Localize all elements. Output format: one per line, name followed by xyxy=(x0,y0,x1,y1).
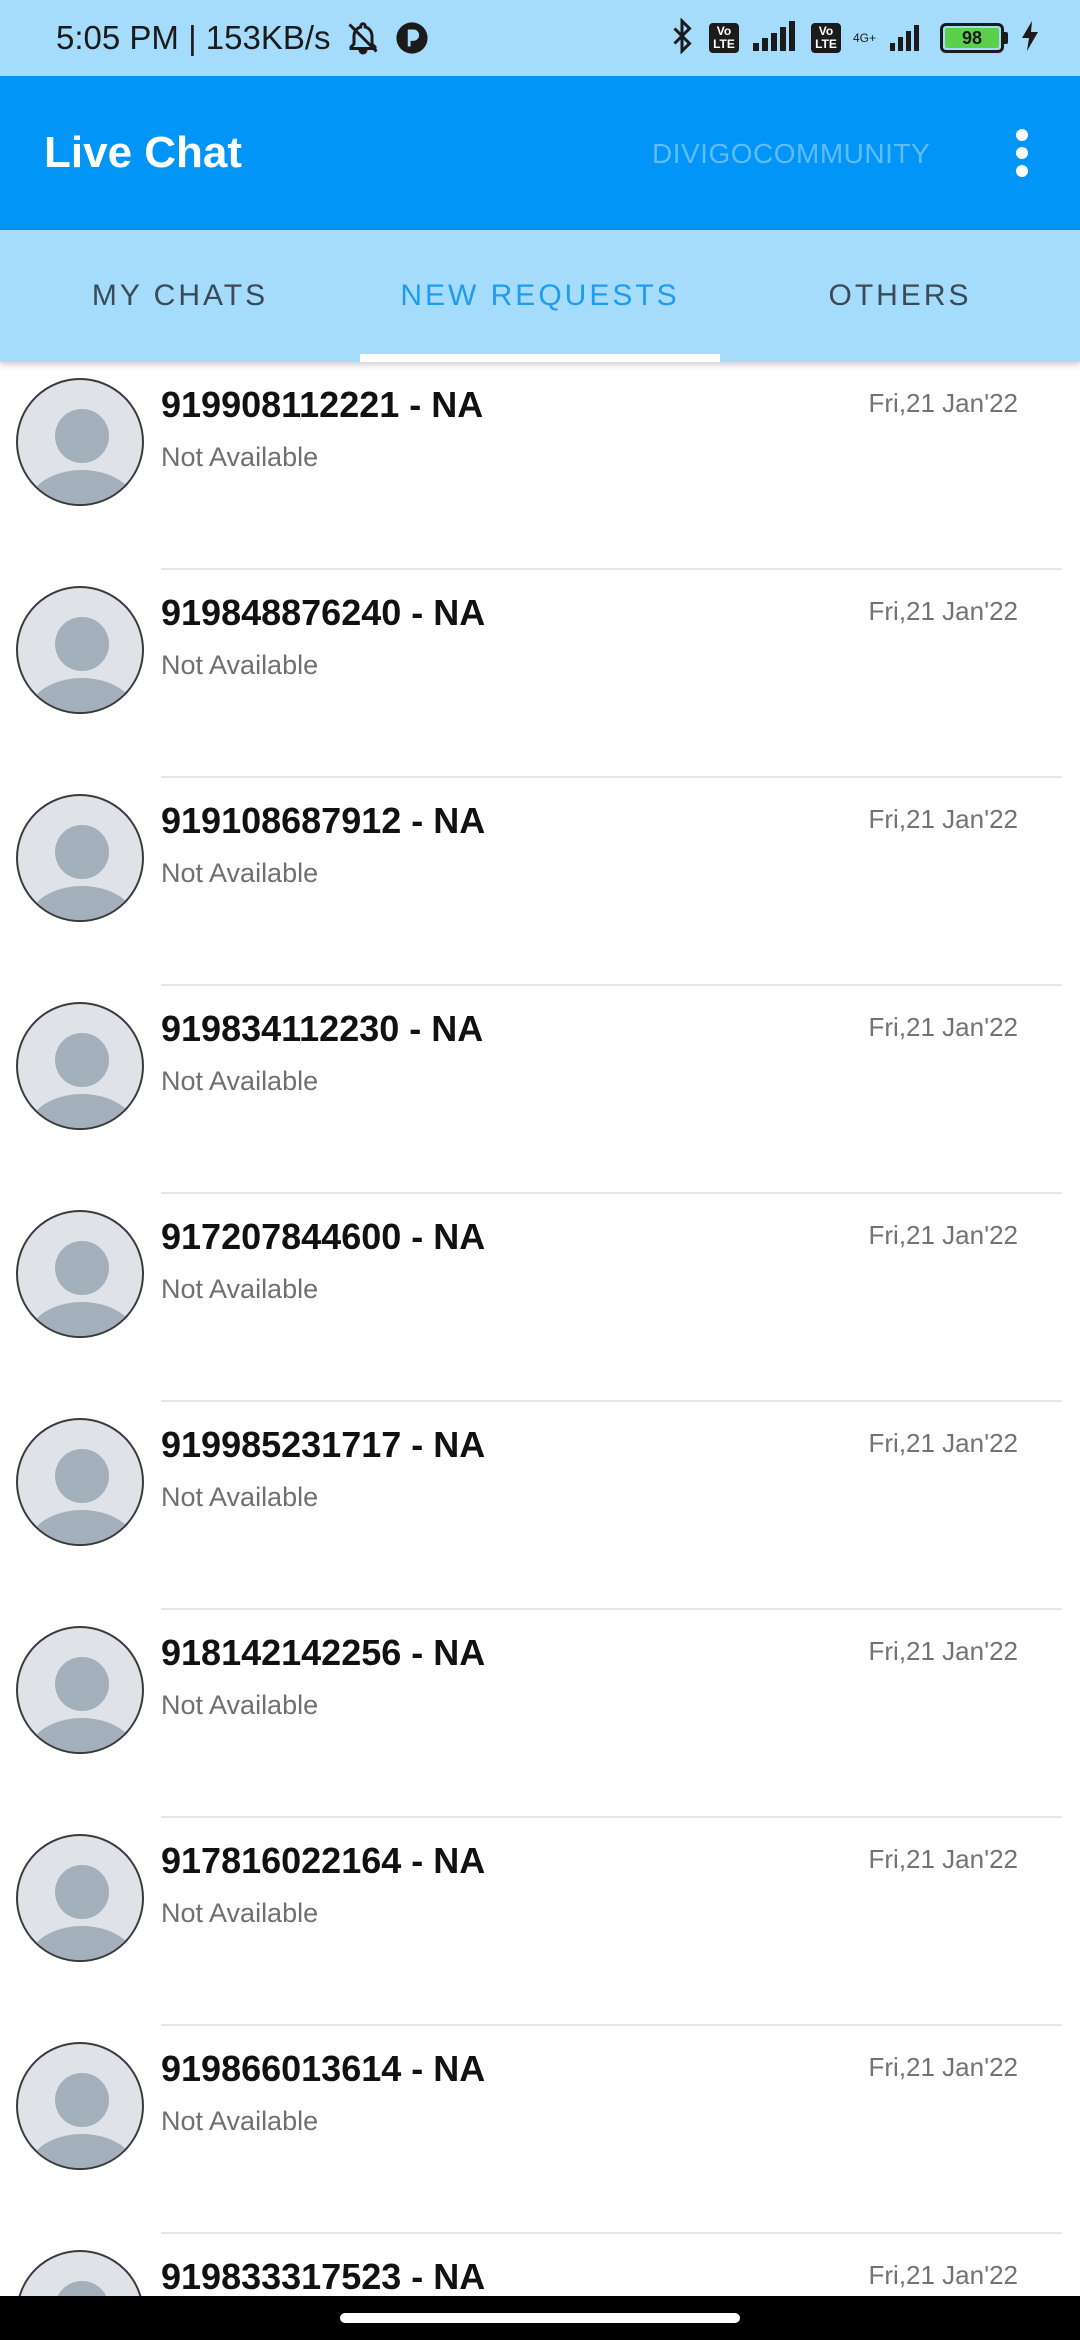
volte-badge: Vo LTE xyxy=(810,23,841,53)
status-bar: 5:05 PM | 153KB/s Vo LTE Vo LTE 4G+ 98 xyxy=(0,0,1080,76)
more-vertical-icon xyxy=(1016,147,1028,159)
chat-date: Fri,21 Jan'22 xyxy=(868,1012,1019,1042)
battery-body: 98 xyxy=(940,23,1004,53)
chat-date: Fri,21 Jan'22 xyxy=(868,2260,1019,2290)
tab-my-chats[interactable]: MY CHATS xyxy=(0,230,360,362)
tab-label: MY CHATS xyxy=(91,279,269,312)
chat-date: Fri,21 Jan'22 xyxy=(868,1844,1019,1874)
signal-icon xyxy=(751,20,799,56)
chat-date: Fri,21 Jan'22 xyxy=(868,2052,1019,2082)
chat-date: Fri,21 Jan'22 xyxy=(868,1428,1019,1458)
list-item[interactable]: 919908112221 - NA Not Available Fri,21 J… xyxy=(0,362,1080,570)
more-vertical-icon xyxy=(1016,165,1028,177)
list-item[interactable]: 919848876240 - NA Not Available Fri,21 J… xyxy=(0,570,1080,778)
chat-date: Fri,21 Jan'22 xyxy=(868,388,1019,418)
chat-date: Fri,21 Jan'22 xyxy=(868,1636,1019,1666)
chat-name: 919848876240 - NA xyxy=(161,592,486,633)
home-gesture-handle[interactable] xyxy=(340,2313,740,2323)
default-avatar-icon xyxy=(16,794,144,922)
tab-indicator xyxy=(360,354,720,362)
list-item[interactable]: 919108687912 - NA Not Available Fri,21 J… xyxy=(0,778,1080,986)
status-left: 5:05 PM | 153KB/s xyxy=(56,19,429,57)
app-bar: Live Chat DIVIGOCOMMUNITY xyxy=(0,76,1080,230)
battery-tip xyxy=(1004,32,1008,44)
default-avatar-icon xyxy=(16,1626,144,1754)
more-vertical-icon xyxy=(1016,129,1028,141)
volte-bottom: LTE xyxy=(713,37,735,51)
default-avatar-icon xyxy=(16,2042,144,2170)
chat-name: 917207844600 - NA xyxy=(161,1216,486,1257)
list-item[interactable]: 919866013614 - NA Not Available Fri,21 J… xyxy=(0,2026,1080,2234)
signal-icon xyxy=(888,21,928,56)
chat-subtitle: Not Available xyxy=(161,650,319,680)
list-item[interactable]: 919834112230 - NA Not Available Fri,21 J… xyxy=(0,986,1080,1194)
default-avatar-icon xyxy=(16,1210,144,1338)
network-type-label: 4G+ xyxy=(852,31,876,45)
chat-name: 919833317523 - NA xyxy=(161,2256,486,2297)
list-item[interactable]: 918142142256 - NA Not Available Fri,21 J… xyxy=(0,1610,1080,1818)
default-avatar-icon xyxy=(16,1834,144,1962)
network-type: 4G+ xyxy=(853,32,876,44)
navigation-bar xyxy=(0,2296,1080,2340)
charging-bolt-icon xyxy=(1020,20,1040,56)
chat-subtitle: Not Available xyxy=(161,442,319,472)
volte-badge: Vo LTE xyxy=(708,23,739,53)
chat-name: 918142142256 - NA xyxy=(161,1632,486,1673)
chat-name: 919908112221 - NA xyxy=(161,384,484,425)
default-avatar-icon xyxy=(16,1002,144,1130)
status-right: Vo LTE Vo LTE 4G+ 98 xyxy=(655,16,1040,59)
chat-name: 919108687912 - NA xyxy=(161,800,486,841)
chat-subtitle: Not Available xyxy=(161,1066,319,1096)
chat-name: 919985231717 - NA xyxy=(161,1424,486,1465)
tab-bar: MY CHATS NEW REQUESTS OTHERS xyxy=(0,230,1080,362)
bell-off-icon xyxy=(345,20,381,56)
app-notification-icon xyxy=(395,21,429,55)
status-time: 5:05 PM | 153KB/s xyxy=(56,19,331,56)
more-options-button[interactable] xyxy=(992,120,1052,186)
bluetooth-icon xyxy=(667,16,697,59)
volte-bottom: LTE xyxy=(815,37,837,51)
tab-label: NEW REQUESTS xyxy=(400,279,680,312)
list-item[interactable]: 917207844600 - NA Not Available Fri,21 J… xyxy=(0,1194,1080,1402)
chat-name: 917816022164 - NA xyxy=(161,1840,486,1881)
chat-subtitle: Not Available xyxy=(161,1482,319,1512)
list-item[interactable]: 919985231717 - NA Not Available Fri,21 J… xyxy=(0,1402,1080,1610)
default-avatar-icon xyxy=(16,378,144,506)
battery-level: 98 xyxy=(945,28,999,48)
screen: 5:05 PM | 153KB/s Vo LTE Vo LTE 4G+ 98 L… xyxy=(0,0,1080,2340)
chat-subtitle: Not Available xyxy=(161,2106,319,2136)
chat-name: 919866013614 - NA xyxy=(161,2048,486,2089)
battery-indicator: 98 xyxy=(940,23,1008,53)
app-title: Live Chat xyxy=(44,128,243,177)
chat-subtitle: Not Available xyxy=(161,1898,319,1928)
tab-others[interactable]: OTHERS xyxy=(720,230,1080,362)
chat-subtitle: Not Available xyxy=(161,1690,319,1720)
tab-new-requests[interactable]: NEW REQUESTS xyxy=(360,230,720,362)
list-item[interactable]: 917816022164 - NA Not Available Fri,21 J… xyxy=(0,1818,1080,2026)
chat-date: Fri,21 Jan'22 xyxy=(868,804,1019,834)
default-avatar-icon xyxy=(16,1418,144,1546)
chat-name: 919834112230 - NA xyxy=(161,1008,484,1049)
chat-date: Fri,21 Jan'22 xyxy=(868,1220,1019,1250)
default-avatar-icon xyxy=(16,586,144,714)
chat-subtitle: Not Available xyxy=(161,1274,319,1304)
tab-label: OTHERS xyxy=(828,279,972,312)
chat-date: Fri,21 Jan'22 xyxy=(868,596,1019,626)
chat-subtitle: Not Available xyxy=(161,858,319,888)
community-name[interactable]: DIVIGOCOMMUNITY xyxy=(652,138,930,170)
chat-list: 919908112221 - NA Not Available Fri,21 J… xyxy=(0,362,1080,2340)
